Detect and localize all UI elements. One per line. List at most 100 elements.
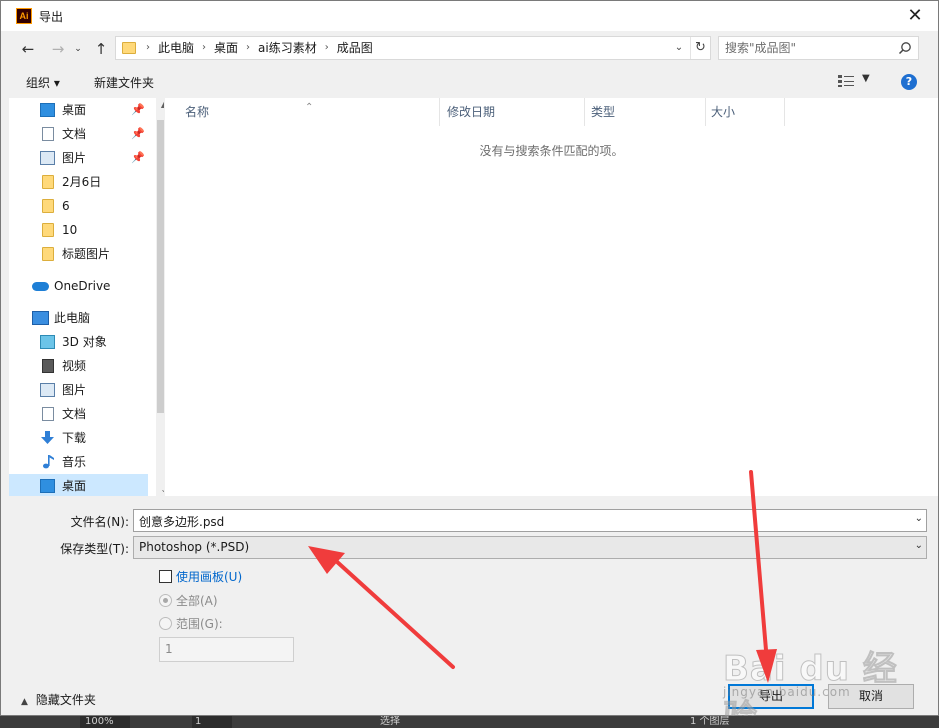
breadcrumb-separator-icon[interactable]: › xyxy=(198,37,210,59)
nav-item-this-pc[interactable]: 此电脑 xyxy=(9,306,148,330)
new-folder-button[interactable]: 新建文件夹 xyxy=(94,74,154,91)
nav-item-6[interactable]: 6 xyxy=(9,194,148,218)
help-icon[interactable]: ? xyxy=(901,74,917,90)
column-header-label: 类型 xyxy=(591,105,616,119)
all-radio[interactable] xyxy=(159,594,172,607)
filename-dropdown-chevron-icon[interactable]: ⌄ xyxy=(915,513,923,524)
range-input[interactable]: 1 xyxy=(159,637,294,662)
filetype-dropdown-chevron-icon[interactable]: ⌄ xyxy=(915,540,923,551)
column-header-label: 大小 xyxy=(711,105,736,119)
nav-item-pictures[interactable]: 图片 📌 xyxy=(9,146,148,170)
nav-item-pictures-2[interactable]: 图片 xyxy=(9,378,148,402)
nav-item-title-images[interactable]: 标题图片 xyxy=(9,242,148,266)
address-bar[interactable]: › 此电脑 › 桌面 › ai练习素材 › 成品图 ⌄ ↻ xyxy=(115,36,711,60)
search-icon[interactable] xyxy=(898,41,912,55)
breadcrumb-finished-images[interactable]: 成品图 xyxy=(333,37,377,59)
range-radio[interactable] xyxy=(159,617,172,630)
nav-item-onedrive[interactable]: OneDrive xyxy=(9,274,148,298)
nav-scrollbar[interactable]: ▲ ⌄ xyxy=(156,98,164,496)
nav-item-label: 此电脑 xyxy=(54,311,91,325)
breadcrumb-ai-practice[interactable]: ai练习素材 xyxy=(254,37,321,59)
nav-item-label: 10 xyxy=(62,223,78,237)
nav-item-feb6[interactable]: 2月6日 xyxy=(9,170,148,194)
watermark-url: jingyan.baidu.com xyxy=(723,685,851,699)
illustrator-app-icon: Ai xyxy=(16,8,32,24)
empty-message: 没有与搜索条件匹配的项。 xyxy=(479,144,624,158)
nav-item-label: 标题图片 xyxy=(62,247,111,261)
breadcrumb-separator-icon[interactable]: › xyxy=(321,37,333,59)
search-box[interactable] xyxy=(718,36,919,60)
pin-icon[interactable]: 📌 xyxy=(131,98,145,122)
view-options-icon[interactable] xyxy=(837,74,855,88)
export-dialog: Ai 导出 ✕ ← → ⌄ ↑ › 此电脑 › 桌面 › ai练习素材 › 成品… xyxy=(0,0,939,728)
close-button[interactable]: ✕ xyxy=(892,1,938,31)
illustrator-status-bar: 100% 1 选择 1 个图层 xyxy=(0,716,939,728)
forward-arrow-icon[interactable]: → xyxy=(48,39,68,59)
nav-item-label: 3D 对象 xyxy=(62,335,107,349)
nav-item-documents-2[interactable]: 文档 xyxy=(9,402,148,426)
view-dropdown-chevron-icon[interactable]: ▼ xyxy=(862,73,870,84)
pictures-icon xyxy=(40,151,55,165)
nav-item-music[interactable]: 音乐 xyxy=(9,450,148,474)
recent-locations-chevron-icon[interactable]: ⌄ xyxy=(68,39,88,59)
hide-folders-toggle[interactable]: ▲ 隐藏文件夹 xyxy=(21,691,96,708)
nav-item-desktop-2[interactable]: 桌面 xyxy=(9,474,148,496)
nav-item-label: 6 xyxy=(62,199,70,213)
documents-icon xyxy=(42,407,54,421)
breadcrumb-this-pc[interactable]: 此电脑 xyxy=(154,37,198,59)
all-radio-label: 全部(A) xyxy=(176,594,218,608)
back-arrow-icon[interactable]: ← xyxy=(18,39,38,59)
breadcrumb-desktop[interactable]: 桌面 xyxy=(210,37,242,59)
this-pc-icon xyxy=(32,311,49,325)
up-arrow-icon[interactable]: ↑ xyxy=(91,39,111,59)
breadcrumb-separator-icon[interactable]: › xyxy=(242,37,254,59)
filename-field[interactable]: 创意多边形.psd ⌄ xyxy=(133,509,927,532)
pin-icon[interactable]: 📌 xyxy=(131,146,145,170)
nav-item-downloads[interactable]: 下载 xyxy=(9,426,148,450)
column-header-label: 修改日期 xyxy=(447,105,496,119)
filetype-select[interactable]: Photoshop (*.PSD) ⌄ xyxy=(133,536,927,559)
filename-label: 文件名(N): xyxy=(70,515,129,529)
pictures-icon xyxy=(40,383,55,397)
address-dropdown-chevron-icon[interactable]: ⌄ xyxy=(670,37,688,59)
3d-objects-icon xyxy=(40,335,55,349)
nav-item-label: 视频 xyxy=(62,359,87,373)
column-header-size[interactable]: 大小 xyxy=(707,98,785,126)
nav-item-label: 文档 xyxy=(62,127,87,141)
nav-item-label: 桌面 xyxy=(62,103,87,117)
scroll-up-chevron-icon[interactable]: ▲ xyxy=(156,100,164,109)
refresh-icon[interactable]: ↻ xyxy=(690,37,710,59)
folder-icon xyxy=(42,223,54,237)
nav-item-label: 下载 xyxy=(62,431,87,445)
nav-item-label: 文档 xyxy=(62,407,87,421)
column-header-type[interactable]: 类型 xyxy=(586,98,706,126)
nav-item-label: 2月6日 xyxy=(62,175,102,189)
downloads-icon xyxy=(41,431,54,444)
zoom-level[interactable]: 100% xyxy=(80,716,130,728)
scrollbar-thumb[interactable] xyxy=(157,120,164,413)
nav-item-desktop[interactable]: 桌面 📌 xyxy=(9,98,148,122)
folder-icon xyxy=(42,199,54,213)
artboard-number[interactable]: 1 xyxy=(192,716,232,728)
pin-icon[interactable]: 📌 xyxy=(131,122,145,146)
file-list[interactable]: 名称 ⌃ 修改日期 类型 大小 没有与搜索条件匹配的项。 xyxy=(165,98,938,496)
filetype-value: Photoshop (*.PSD) xyxy=(139,540,250,554)
nav-item-videos[interactable]: 视频 xyxy=(9,354,148,378)
scroll-down-chevron-icon[interactable]: ⌄ xyxy=(156,485,164,494)
nav-item-3d-objects[interactable]: 3D 对象 xyxy=(9,330,148,354)
nav-item-10[interactable]: 10 xyxy=(9,218,148,242)
desktop-icon xyxy=(40,479,55,493)
use-artboards-label[interactable]: 使用画板(U) xyxy=(176,568,242,585)
navigation-pane: 桌面 📌 文档 📌 图片 📌 2月6日 6 10 标题图片 OneDrive 此… xyxy=(9,98,164,496)
documents-icon xyxy=(42,127,54,141)
use-artboards-checkbox[interactable] xyxy=(159,570,172,583)
search-input[interactable] xyxy=(725,39,893,57)
range-radio-label: 范围(G): xyxy=(176,617,223,631)
folder-icon xyxy=(42,247,54,261)
column-header-date[interactable]: 修改日期 xyxy=(441,98,585,126)
column-header-name[interactable]: 名称 ⌃ xyxy=(165,98,440,126)
title-bar: Ai 导出 ✕ xyxy=(1,1,938,31)
layer-count: 1 个图层 xyxy=(690,716,730,727)
organize-button[interactable]: 组织 ▾ xyxy=(26,74,60,91)
nav-item-documents[interactable]: 文档 📌 xyxy=(9,122,148,146)
